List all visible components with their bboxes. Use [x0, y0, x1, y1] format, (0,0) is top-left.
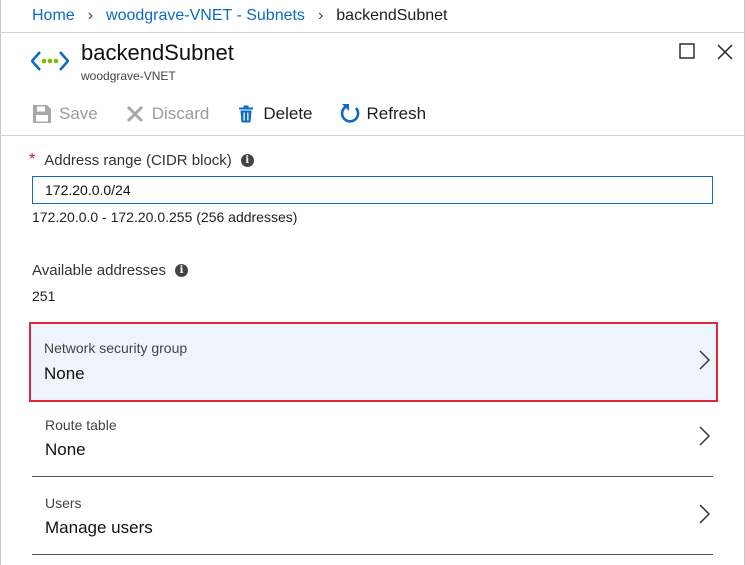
close-icon: [717, 44, 733, 60]
breadcrumb-subnets-link[interactable]: woodgrave-VNET - Subnets: [106, 7, 305, 25]
chevron-right-icon: [699, 426, 710, 446]
discard-button[interactable]: Discard: [124, 103, 210, 125]
command-bar: Save Discard Delete Refresh: [1, 92, 744, 136]
chevron-right-icon: [699, 504, 710, 524]
refresh-label: Refresh: [366, 103, 427, 123]
address-range-label: Address range (CIDR block): [44, 151, 232, 169]
virtual-network-icon: [30, 48, 70, 74]
users-row[interactable]: Users Manage users: [32, 478, 713, 554]
save-icon: [31, 103, 53, 125]
maximize-button[interactable]: [679, 43, 699, 63]
refresh-button[interactable]: Refresh: [339, 103, 427, 125]
route-table-row[interactable]: Route table None: [32, 404, 713, 476]
page-title: backendSubnet: [81, 40, 234, 65]
breadcrumb: Home › woodgrave-VNET - Subnets › backen…: [1, 0, 744, 33]
available-addresses-label: Available addresses: [32, 262, 166, 279]
available-addresses-value: 251: [32, 288, 56, 304]
row-label: Route table: [45, 417, 117, 433]
delete-button[interactable]: Delete: [235, 103, 313, 125]
info-icon[interactable]: i: [240, 153, 254, 167]
discard-icon: [124, 103, 146, 125]
blade-header: backendSubnet woodgrave-VNET: [1, 34, 744, 88]
address-range-summary: 172.20.0.0 - 172.20.0.255 (256 addresses…: [32, 209, 298, 225]
row-label: Network security group: [44, 340, 188, 356]
chevron-right-icon: ›: [317, 7, 324, 24]
refresh-icon: [339, 103, 361, 125]
save-button[interactable]: Save: [31, 103, 98, 125]
address-range-label-group: * Address range (CIDR block) i: [29, 151, 254, 169]
close-button[interactable]: [716, 43, 736, 63]
breadcrumb-current: backendSubnet: [336, 7, 448, 24]
info-icon[interactable]: i: [174, 264, 188, 277]
row-divider: [32, 554, 713, 555]
page-subtitle: woodgrave-VNET: [81, 69, 176, 83]
save-label: Save: [59, 103, 98, 123]
row-value: None: [44, 364, 85, 383]
required-asterisk: *: [29, 151, 36, 168]
discard-label: Discard: [151, 103, 210, 123]
delete-label: Delete: [263, 103, 313, 123]
chevron-right-icon: ›: [87, 7, 94, 24]
chevron-right-icon: [699, 350, 710, 370]
breadcrumb-home-link[interactable]: Home: [32, 7, 75, 25]
address-range-input[interactable]: [32, 176, 713, 204]
maximize-icon: [679, 43, 695, 59]
row-value: Manage users: [45, 518, 153, 537]
available-addresses-label-group: Available addresses i: [32, 262, 188, 279]
row-divider: [32, 476, 713, 477]
trash-icon: [235, 103, 257, 125]
row-value: None: [45, 440, 86, 459]
row-label: Users: [45, 495, 82, 511]
network-security-group-row[interactable]: Network security group None: [29, 322, 718, 402]
